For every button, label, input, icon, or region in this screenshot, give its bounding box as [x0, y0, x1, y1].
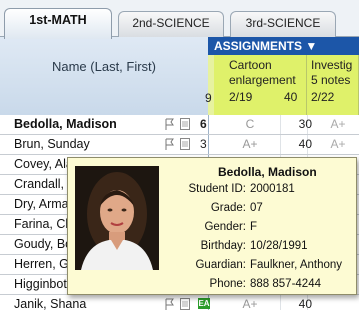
assignment-title-line: 5 notes — [311, 73, 351, 87]
excused-badge: EA — [198, 298, 210, 309]
score-points[interactable]: 40 — [282, 297, 312, 310]
score-letter[interactable]: A+ — [318, 137, 358, 151]
note-icon[interactable] — [180, 138, 190, 150]
student-info-popup: Bedolla, Madison Student ID: 2000181 Gra… — [67, 157, 357, 295]
gradebook-screen: 1st-MATH 2nd-SCIENCE 3rd-SCIENCE Name (L… — [0, 0, 359, 310]
assignment-stub-score: 3 — [200, 137, 207, 151]
student-row-bedolla[interactable]: Bedolla, Madison 6 C 30 A+ — [0, 115, 359, 135]
assignment-title-line: Investig — [311, 58, 353, 72]
score-letter[interactable]: A+ — [220, 137, 280, 151]
popup-label-gender: Gender: — [204, 221, 246, 233]
popup-student-name: Bedolla, Madison — [218, 165, 317, 179]
student-name[interactable]: Bedolla, Madison — [14, 117, 117, 131]
popup-value-birthday: 10/28/1991 — [250, 240, 308, 252]
student-photo — [75, 166, 159, 270]
class-tab-bar: 1st-MATH 2nd-SCIENCE 3rd-SCIENCE — [0, 0, 359, 39]
assignment-stub-score: 6 — [200, 117, 207, 131]
flag-icon[interactable] — [165, 298, 175, 310]
note-icon[interactable] — [180, 298, 190, 310]
popup-value-guardian: Faulkner, Anthony — [250, 259, 343, 271]
assignment-date: 2/19 — [229, 90, 253, 104]
assignments-menu-button[interactable]: ASSIGNMENTS ▼ — [208, 37, 359, 55]
popup-value-student-id: 2000181 — [250, 183, 295, 195]
assignment-title-line: enlargement — [229, 73, 296, 87]
score-letter[interactable]: C — [220, 117, 280, 131]
score-letter[interactable]: A+ — [318, 117, 358, 131]
assignment-title-line: Cartoon — [229, 58, 272, 72]
flag-icon[interactable] — [165, 138, 175, 150]
score-letter[interactable]: A+ — [220, 297, 280, 310]
score-points[interactable]: 30 — [282, 117, 312, 131]
assignment-column-cartoon-enlargement[interactable]: Cartoon enlargement 2/19 40 — [214, 55, 307, 115]
flag-icon[interactable] — [165, 118, 175, 130]
tab-1st-math[interactable]: 1st-MATH — [4, 8, 112, 39]
popup-label-grade: Grade: — [210, 202, 246, 214]
student-name[interactable]: Brun, Sunday — [14, 137, 90, 151]
popup-value-grade: 07 — [250, 202, 263, 214]
popup-label-birthday: Birthday: — [200, 240, 246, 252]
assignment-column-investigation[interactable]: Investig 5 notes 2/22 — [307, 55, 359, 115]
student-name[interactable]: Janik, Shana — [14, 297, 86, 310]
name-column-header[interactable]: Name (Last, First) — [0, 37, 209, 115]
assignment-points: 40 — [284, 90, 298, 104]
score-points[interactable]: 40 — [282, 137, 312, 151]
tab-2nd-science[interactable]: 2nd-SCIENCE — [118, 11, 224, 37]
popup-label-phone: Phone: — [209, 278, 246, 290]
note-icon[interactable] — [180, 118, 190, 130]
popup-label-student-id: Student ID: — [188, 183, 246, 195]
student-row-janik[interactable]: Janik, Shana EA A+ 40 — [0, 295, 359, 310]
popup-label-guardian: Guardian: — [195, 259, 246, 271]
tab-3rd-science[interactable]: 3rd-SCIENCE — [230, 11, 336, 37]
popup-value-gender: F — [250, 221, 258, 233]
student-portrait-image — [75, 166, 159, 270]
name-column-header-label: Name (Last, First) — [51, 59, 156, 74]
popup-value-phone: 888 857-4244 — [250, 278, 321, 290]
student-row-brun[interactable]: Brun, Sunday 3 A+ 40 A+ — [0, 135, 359, 155]
assignment-stub-date: 9 — [205, 91, 212, 105]
assignment-date: 2/22 — [311, 90, 335, 104]
